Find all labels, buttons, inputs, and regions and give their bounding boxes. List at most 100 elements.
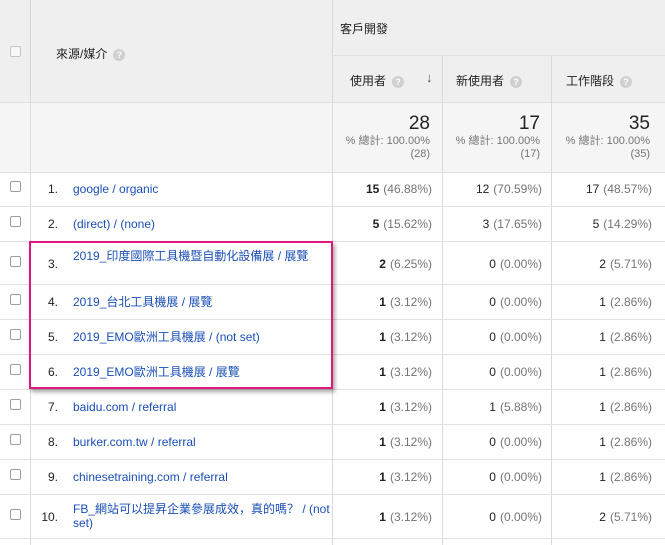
sessions-value: 1: [599, 330, 606, 344]
new-users-value: 12: [475, 182, 490, 196]
row-divider: [332, 55, 665, 56]
row-checkbox[interactable]: [10, 294, 21, 305]
col-divider: [442, 55, 443, 545]
total-users-percent: % 總計: 100.00%: [345, 135, 430, 147]
sessions-cell: 1 (2.86%): [599, 400, 652, 414]
row-checkbox[interactable]: [10, 364, 21, 375]
source-medium-link[interactable]: google / organic: [73, 182, 158, 196]
users-value: 2: [379, 257, 386, 271]
sessions-value: 1: [599, 400, 606, 414]
sessions-header-label: 工作階段: [566, 74, 615, 88]
users-cell: 1 (3.12%): [379, 400, 432, 414]
total-users-count: (28): [410, 148, 430, 160]
sort-descending-icon[interactable]: ↓: [426, 70, 433, 85]
sessions-percent: (48.57%): [603, 182, 652, 196]
dimension-header-label: 來源/媒介: [56, 47, 108, 61]
row-checkbox[interactable]: [10, 329, 21, 340]
sessions-value: 5: [592, 217, 600, 231]
users-value: 15: [365, 182, 380, 196]
sessions-value: 2: [599, 510, 606, 524]
source-medium-link[interactable]: FB_網站可以提昇企業參展成效，真的嗎？ / (not set): [73, 502, 331, 530]
new-users-value: 0: [489, 435, 496, 449]
sessions-cell: 1 (2.86%): [599, 435, 652, 449]
select-all-checkbox[interactable]: [10, 46, 21, 57]
total-new-users-count: (17): [520, 148, 540, 160]
acquisition-group-header: 客戶開發: [340, 22, 389, 36]
row-checkbox[interactable]: [10, 509, 21, 520]
users-percent: (3.12%): [389, 400, 432, 414]
sessions-cell: 1 (2.86%): [599, 295, 652, 309]
total-sessions-count: (35): [630, 148, 650, 160]
row-checkbox[interactable]: [10, 434, 21, 445]
users-percent: (46.88%): [383, 182, 432, 196]
total-sessions-percent: % 總計: 100.00%: [565, 135, 650, 147]
new-users-cell: 0 (0.00%): [489, 510, 542, 524]
new-users-percent: (0.00%): [499, 435, 542, 449]
users-percent: (3.12%): [389, 510, 432, 524]
new-users-cell: 12 (70.59%): [476, 182, 542, 196]
new-users-value: 0: [489, 365, 496, 379]
row-checkbox[interactable]: [10, 469, 21, 480]
sessions-cell: 1 (2.86%): [599, 365, 652, 379]
new-users-cell: 0 (0.00%): [489, 257, 542, 271]
users-value: 1: [379, 330, 386, 344]
source-medium-link[interactable]: baidu.com / referral: [73, 400, 176, 414]
sessions-cell: 5 (14.29%): [593, 217, 652, 231]
new-users-percent: (0.00%): [499, 470, 542, 484]
users-column-header[interactable]: 使用者?: [350, 72, 405, 89]
row-number: 2.: [47, 217, 58, 231]
total-new-users-percent: % 總計: 100.00%: [455, 135, 540, 147]
new-users-header-label: 新使用者: [456, 74, 505, 88]
row-checkbox[interactable]: [10, 256, 21, 267]
row-checkbox[interactable]: [10, 216, 21, 227]
sessions-cell: 1 (2.86%): [599, 470, 652, 484]
help-icon[interactable]: ?: [510, 75, 523, 88]
sessions-value: 1: [599, 295, 606, 309]
help-icon[interactable]: ?: [620, 75, 633, 88]
users-cell: 1 (3.12%): [379, 365, 432, 379]
sessions-column-header[interactable]: 工作階段?: [566, 72, 633, 89]
users-value: 1: [379, 470, 386, 484]
new-users-cell: 3 (17.65%): [483, 217, 542, 231]
sessions-percent: (2.86%): [609, 295, 652, 309]
source-medium-link[interactable]: (direct) / (none): [73, 217, 155, 231]
row-divider: [0, 102, 665, 103]
new-users-percent: (0.00%): [499, 510, 542, 524]
sessions-percent: (14.29%): [603, 217, 652, 231]
row-checkbox[interactable]: [10, 181, 21, 192]
row-number: 7.: [47, 400, 58, 414]
new-users-percent: (5.88%): [499, 400, 542, 414]
users-cell: 5 (15.62%): [373, 217, 432, 231]
new-users-cell: 0 (0.00%): [489, 365, 542, 379]
row-number: 10.: [41, 510, 58, 524]
users-cell: 1 (3.12%): [379, 295, 432, 309]
users-cell: 1 (3.12%): [379, 510, 432, 524]
users-cell: 1 (3.12%): [379, 435, 432, 449]
new-users-value: 0: [489, 510, 496, 524]
dimension-header[interactable]: 來源/媒介?: [56, 45, 126, 62]
help-icon[interactable]: ?: [113, 48, 126, 61]
new-users-value: 3: [482, 217, 490, 231]
users-header-label: 使用者: [350, 74, 387, 88]
report-table: 來源/媒介? 客戶開發 使用者? ↓ 新使用者? 工作階段? 28 % 總計: …: [0, 0, 665, 545]
new-users-percent: (17.65%): [493, 217, 542, 231]
users-value: 1: [379, 295, 386, 309]
new-users-percent: (0.00%): [499, 365, 542, 379]
sessions-value: 1: [599, 365, 606, 379]
users-percent: (3.12%): [389, 365, 432, 379]
source-medium-link[interactable]: burker.com.tw / referral: [73, 435, 196, 449]
new-users-value: 0: [489, 257, 496, 271]
users-cell: 15 (46.88%): [366, 182, 432, 196]
new-users-column-header[interactable]: 新使用者?: [456, 72, 523, 89]
users-percent: (3.12%): [389, 470, 432, 484]
new-users-percent: (0.00%): [499, 330, 542, 344]
sessions-cell: 1 (2.86%): [599, 330, 652, 344]
sessions-cell: 2 (5.71%): [599, 257, 652, 271]
new-users-value: 0: [489, 330, 496, 344]
total-new-users: 17: [518, 113, 540, 134]
new-users-value: 0: [489, 295, 496, 309]
help-icon[interactable]: ?: [392, 75, 405, 88]
source-medium-link[interactable]: chinesetraining.com / referral: [73, 470, 228, 484]
row-divider: [0, 172, 665, 173]
row-checkbox[interactable]: [10, 399, 21, 410]
